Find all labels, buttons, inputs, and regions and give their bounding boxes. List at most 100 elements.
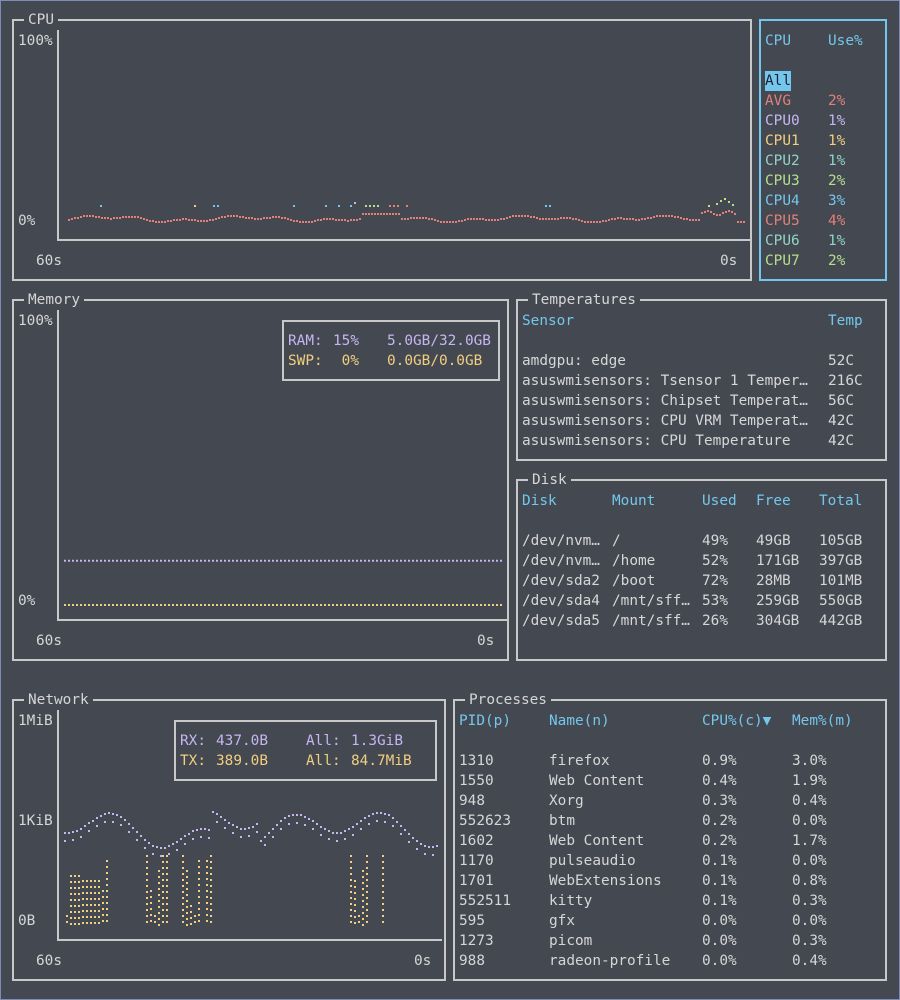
proc-cell: 0.2% — [702, 833, 737, 849]
tx-label: TX: — [180, 753, 206, 769]
temp-header-sensor[interactable]: Sensor — [522, 311, 574, 331]
cpu-legend-use-cpu6: 1% — [828, 233, 846, 249]
disk-header-total[interactable]: Total — [819, 491, 862, 511]
cpu-y-top-label: 100% — [18, 33, 53, 49]
cpu-legend-use-avg: 2% — [828, 93, 846, 109]
proc-cell: 1273 — [459, 933, 494, 949]
swap-label: SWP: — [288, 353, 323, 369]
proc-cell: 552511 — [459, 893, 511, 909]
rx-all-value: 1.3GiB — [351, 733, 403, 749]
proc-cell: Web Content — [549, 773, 645, 789]
proc-cell: 0.3% — [792, 893, 827, 909]
cpu-legend-header-cpu[interactable]: CPU — [765, 31, 791, 51]
cpu-legend-use-cpu5: 4% — [828, 213, 846, 229]
temp-sensor-value: 52C — [828, 353, 854, 369]
proc-header-cpu[interactable]: CPU%(c)▼ — [702, 711, 771, 731]
memory-x-right-label: 0s — [477, 633, 495, 649]
tx-all-value: 84.7MiB — [351, 753, 412, 769]
proc-cell: 3.0% — [792, 753, 827, 769]
cpu-legend-name-cpu1[interactable]: CPU1 — [765, 131, 800, 151]
proc-cell: 0.1% — [702, 853, 737, 869]
cpu-legend-all-selected[interactable]: All — [765, 71, 791, 91]
temp-sensor-name: asuswmisensors: Chipset Temperat… — [522, 393, 808, 409]
proc-cell: 0.1% — [702, 873, 737, 889]
rx-label: RX: — [180, 733, 206, 749]
disk-cell: 259GB — [756, 593, 800, 609]
ram-usage: 5.0GB/32.0GB — [387, 333, 491, 349]
cpu-legend-name-avg[interactable]: AVG — [765, 91, 791, 111]
proc-cell: 1602 — [459, 833, 494, 849]
temp-sensor-value: 42C — [828, 433, 854, 449]
network-x-left-label: 60s — [36, 953, 62, 969]
cpu-legend-name-cpu3[interactable]: CPU3 — [765, 171, 800, 191]
network-x-right-label: 0s — [414, 953, 432, 969]
cpu-legend-name-cpu7[interactable]: CPU7 — [765, 251, 800, 271]
proc-cell: picom — [549, 933, 593, 949]
disk-header-mount[interactable]: Mount — [612, 491, 655, 511]
proc-cell: kitty — [549, 893, 593, 909]
cpu-legend-name-cpu6[interactable]: CPU6 — [765, 231, 800, 251]
disk-header-disk[interactable]: Disk — [522, 491, 557, 511]
cpu-legend-use-cpu0: 1% — [828, 113, 846, 129]
network-y-mid-label: 1KiB — [18, 813, 53, 829]
disk-cell: /dev/nvm… — [522, 553, 600, 569]
cpu-legend-name-cpu5[interactable]: CPU5 — [765, 211, 800, 231]
memory-x-left-label: 60s — [36, 633, 62, 649]
disk-cell: 442GB — [819, 613, 863, 629]
temp-sensor-value: 216C — [828, 373, 863, 389]
tx-all-label: All: — [306, 753, 341, 769]
proc-cell: 1170 — [459, 853, 494, 869]
disk-cell: 171GB — [756, 553, 800, 569]
proc-cell: 948 — [459, 793, 485, 809]
temp-header-temp[interactable]: Temp — [828, 311, 863, 331]
proc-header-name[interactable]: Name(n) — [549, 711, 610, 731]
proc-cell: 0.9% — [702, 753, 737, 769]
disk-cell: /mnt/sff… — [612, 613, 690, 629]
temp-sensor-value: 42C — [828, 413, 854, 429]
cpu-legend-name-cpu2[interactable]: CPU2 — [765, 151, 800, 171]
proc-cell: 1.7% — [792, 833, 827, 849]
disk-cell: /boot — [612, 573, 656, 589]
cpu-legend-use-cpu2: 1% — [828, 153, 846, 169]
cpu-legend-use-cpu3: 2% — [828, 173, 846, 189]
cpu-panel[interactable]: CPU — [12, 10, 752, 281]
proc-cell: 0.3% — [702, 793, 737, 809]
disk-cell: 397GB — [819, 553, 863, 569]
cpu-legend-name-cpu4[interactable]: CPU4 — [765, 191, 800, 211]
proc-cell: 1.9% — [792, 773, 827, 789]
temp-sensor-name: asuswmisensors: CPU Temperature — [522, 433, 791, 449]
disk-header-used[interactable]: Used — [702, 491, 737, 511]
proc-cell: 0.0% — [792, 853, 827, 869]
proc-cell: radeon-profile — [549, 953, 671, 969]
disk-cell: /mnt/sff… — [612, 593, 690, 609]
cpu-legend-name-cpu0[interactable]: CPU0 — [765, 111, 800, 131]
rx-all-label: All: — [306, 733, 341, 749]
proc-cell: 0.1% — [702, 893, 737, 909]
proc-cell: 1310 — [459, 753, 494, 769]
cpu-legend-use-cpu4: 3% — [828, 193, 846, 209]
proc-cell: 0.2% — [702, 813, 737, 829]
disk-cell: 52% — [702, 553, 728, 569]
temp-sensor-name: asuswmisensors: CPU VRM Temperat… — [522, 413, 808, 429]
proc-cell: 0.0% — [792, 813, 827, 829]
proc-cell: 0.0% — [702, 933, 737, 949]
ram-label: RAM: — [288, 333, 323, 349]
disk-cell: 304GB — [756, 613, 800, 629]
disk-cell: 28MB — [756, 573, 791, 589]
temp-sensor-name: amdgpu: edge — [522, 353, 626, 369]
cpu-legend-header-use[interactable]: Use% — [828, 31, 863, 51]
disk-cell: 53% — [702, 593, 728, 609]
proc-cell: 595 — [459, 913, 485, 929]
disk-header-free[interactable]: Free — [756, 491, 791, 511]
proc-header-pid[interactable]: PID(p) — [459, 711, 511, 731]
cpu-legend-use-cpu7: 2% — [828, 253, 846, 269]
proc-cell: Web Content — [549, 833, 645, 849]
tx-value: 389.0B — [216, 753, 268, 769]
cpu-panel-title: CPU — [24, 10, 58, 30]
proc-cell: 552623 — [459, 813, 511, 829]
cpu-x-left-label: 60s — [36, 253, 62, 269]
proc-header-mem[interactable]: Mem%(m) — [792, 711, 853, 731]
proc-cell: 0.3% — [792, 933, 827, 949]
memory-panel-title: Memory — [24, 290, 84, 310]
network-y-top-label: 1MiB — [18, 713, 53, 729]
